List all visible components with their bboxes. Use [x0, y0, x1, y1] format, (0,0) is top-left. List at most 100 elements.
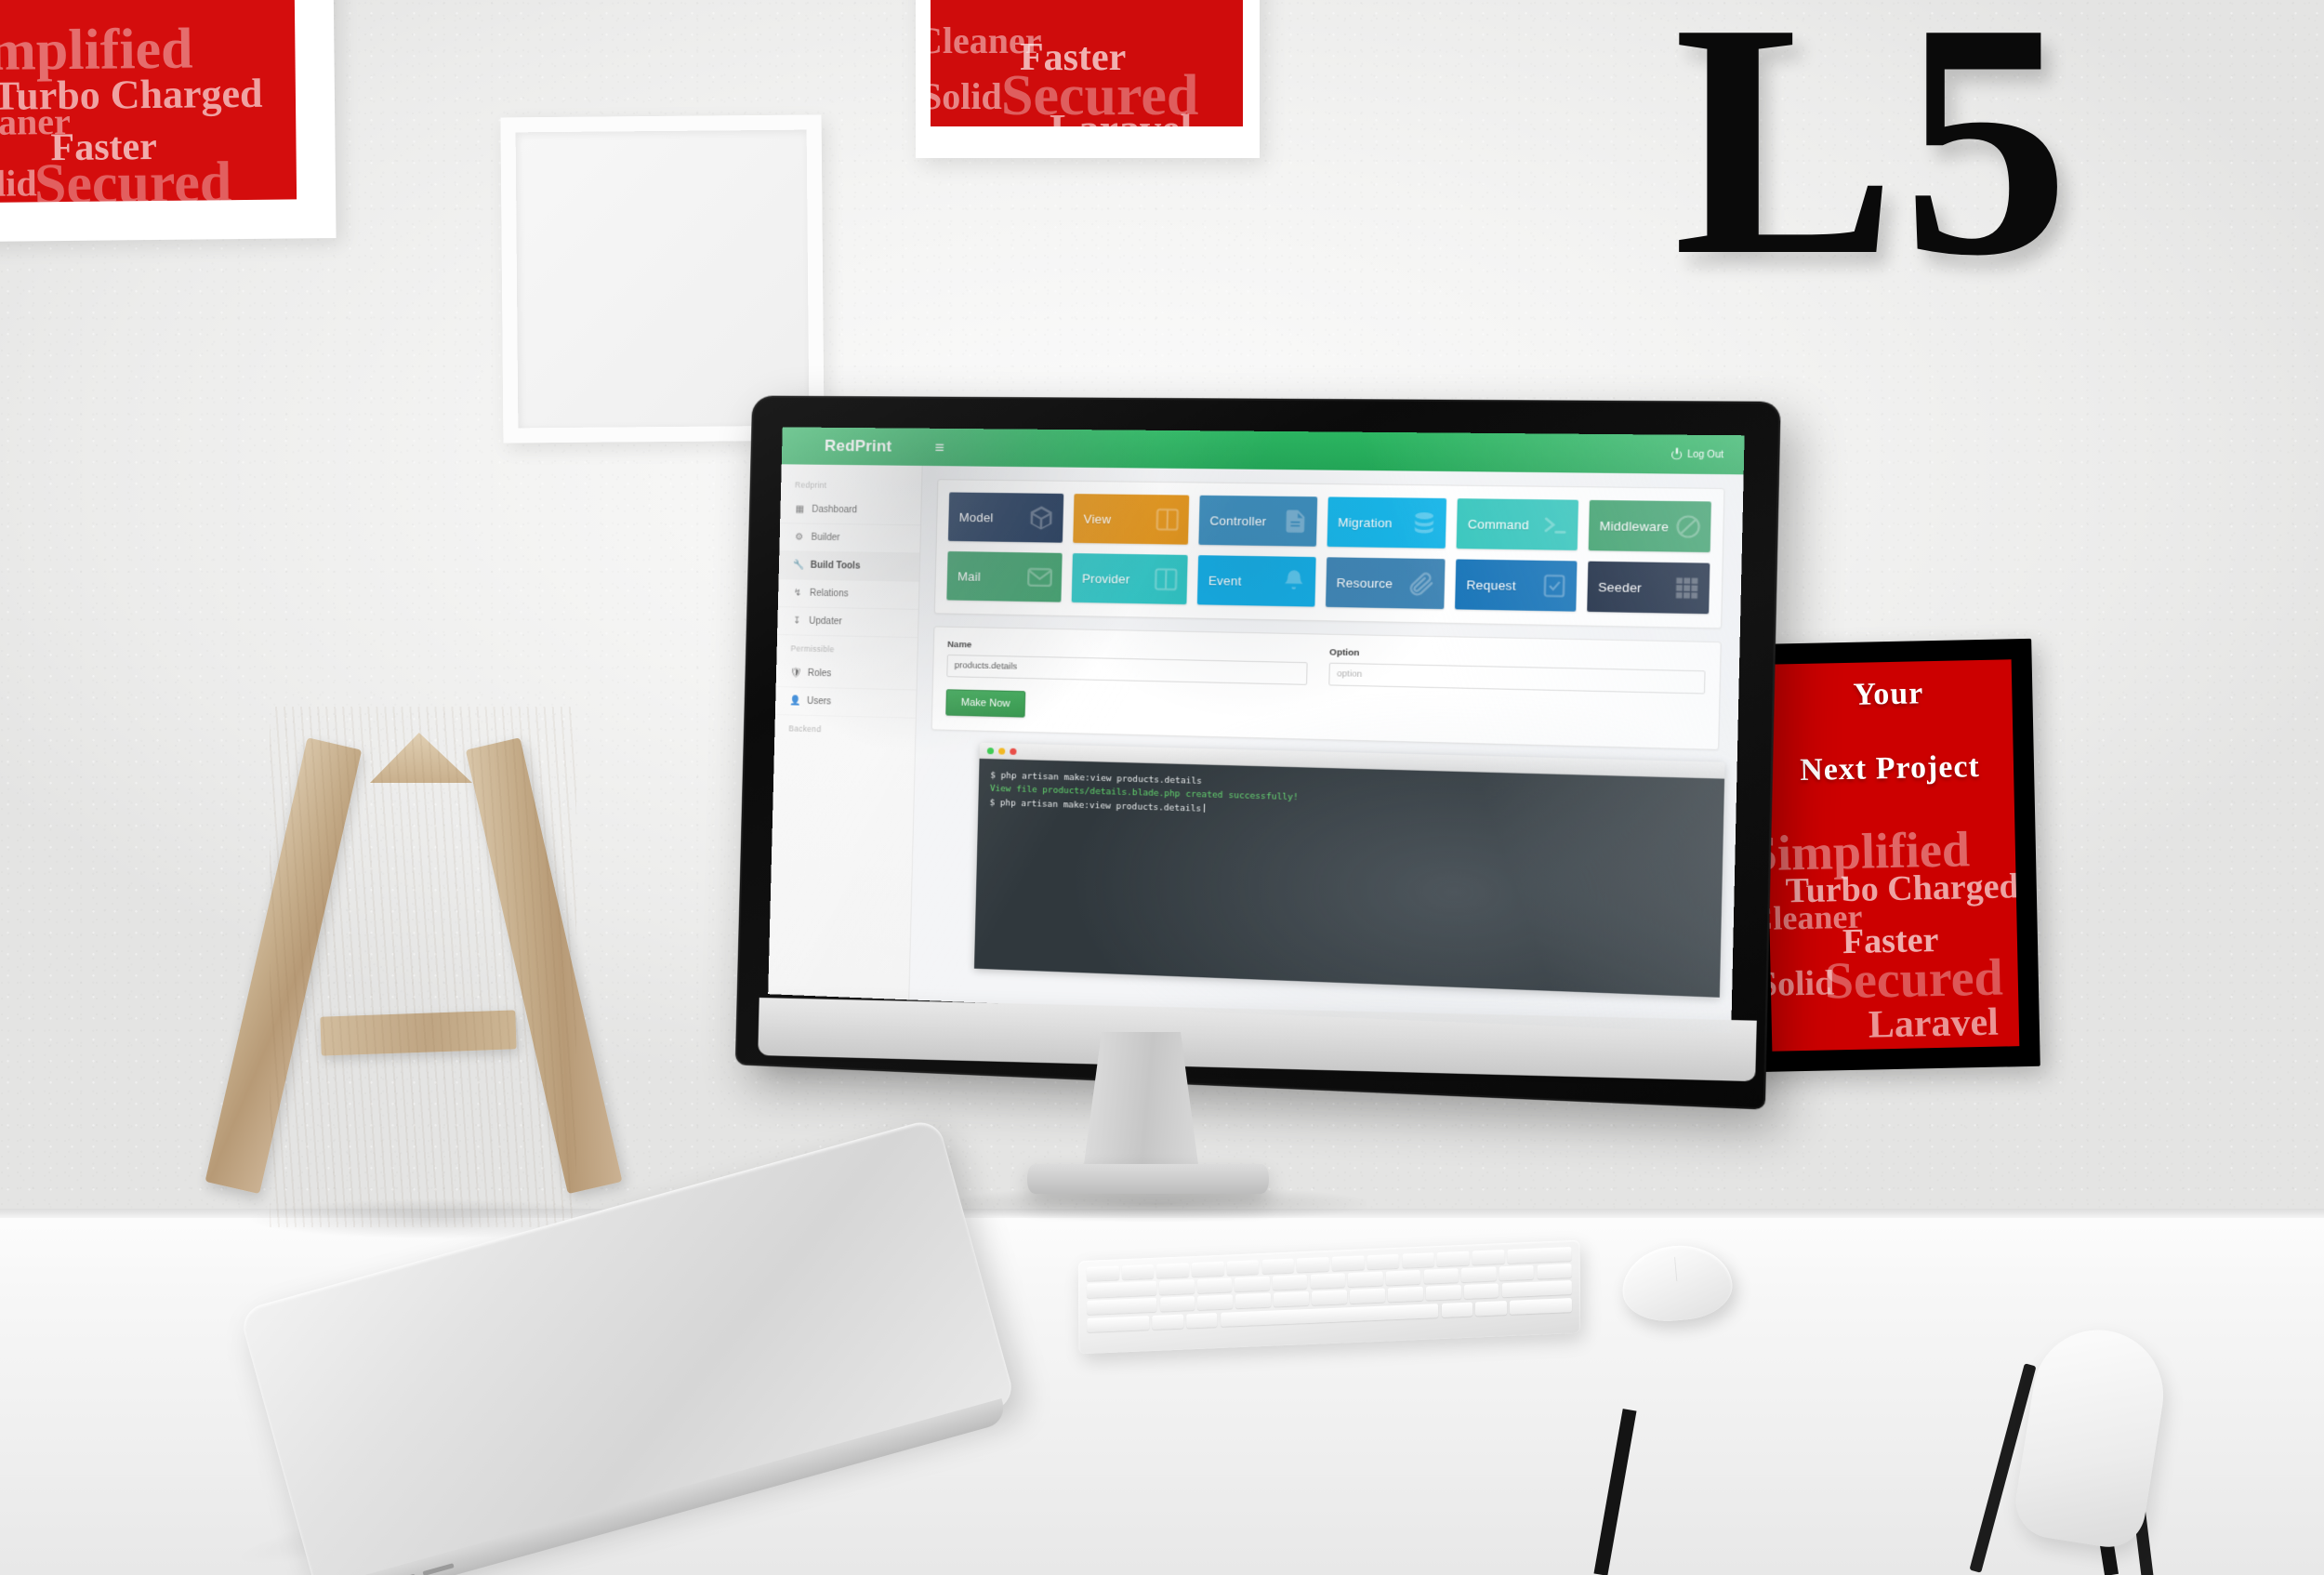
- wrench-icon: 🔧: [792, 560, 805, 571]
- sidebar-item-users[interactable]: 👤 Users: [774, 687, 917, 719]
- paperclip-icon: [1406, 569, 1437, 599]
- make-form-panel: Name products.details Option option Make…: [931, 626, 1722, 750]
- terminal-output[interactable]: $ php artisan make:view products.details…: [973, 758, 1725, 998]
- sidebar-item-label-users: Users: [806, 695, 832, 708]
- letter-a-apex: [370, 733, 472, 783]
- app-brand[interactable]: RedPrint: [825, 437, 892, 457]
- sidebar-item-label-dashboard: Dashboard: [812, 504, 858, 516]
- poster-middle-art: Cleaner Faster Solid Secured Laravel: [931, 0, 1243, 126]
- form-col-name: Name products.details: [946, 640, 1308, 685]
- imac-stand-neck: [1083, 1032, 1199, 1171]
- tile-label-command: Command: [1467, 516, 1530, 532]
- tile-row-2: Mail Provider Event Resource Request See…: [946, 550, 1710, 615]
- grid-icon: ▦: [795, 504, 805, 515]
- terminal-minimize-dot[interactable]: [998, 747, 1006, 755]
- sidebar-section-title-backend: Backend: [788, 723, 822, 735]
- desk-scene-photo: L5 Next Project Simplified Turbo Charged…: [0, 0, 2324, 1575]
- tile-middleware[interactable]: Middleware: [1588, 499, 1711, 553]
- letter-a-crossbar: [320, 1010, 517, 1056]
- tile-view[interactable]: View: [1072, 494, 1190, 545]
- sidebar-item-updater[interactable]: ↧ Updater: [777, 607, 918, 639]
- sidebar-item-relations[interactable]: ↯ Relations: [777, 579, 919, 610]
- terminal-maximize-dot[interactable]: [1010, 748, 1017, 755]
- wooden-letter-a: [205, 707, 623, 1227]
- tile-command[interactable]: Command: [1456, 498, 1578, 550]
- sidebar-section-title-permissible: Permissible: [790, 643, 835, 655]
- logout-button[interactable]: Log Out: [1671, 449, 1723, 460]
- logout-label: Log Out: [1686, 448, 1724, 460]
- columns-icon: [1152, 566, 1180, 593]
- tile-label-migration: Migration: [1338, 514, 1393, 530]
- tile-migration[interactable]: Migration: [1327, 496, 1447, 549]
- check-shield-icon: [1539, 572, 1568, 600]
- tile-label-request: Request: [1466, 576, 1517, 593]
- poster-right: Your Next Project Simplified Turbo Charg…: [1743, 638, 2040, 1073]
- poster-left-word-5: Solid: [0, 162, 37, 204]
- user-icon: 👤: [789, 695, 801, 707]
- sidebar-item-label-updater: Updater: [809, 615, 842, 628]
- terminal-caret: [1204, 803, 1206, 813]
- tile-label-seeder: Seeder: [1598, 579, 1643, 595]
- redprint-app: RedPrint ≡ Log Out Redprint ▦ Dashboard: [768, 427, 1745, 1034]
- tile-request[interactable]: Request: [1455, 559, 1577, 612]
- tile-provider[interactable]: Provider: [1071, 553, 1188, 605]
- chair: [1969, 1320, 2268, 1575]
- tile-label-view: View: [1083, 511, 1112, 526]
- poster-left-art: Next Project Simplified Turbo Charged Cl…: [0, 0, 297, 204]
- imac-screen: RedPrint ≡ Log Out Redprint ▦ Dashboard: [768, 427, 1745, 1034]
- shield-icon: 🛡: [789, 668, 802, 679]
- tile-label-event: Event: [1208, 573, 1242, 589]
- power-icon: [1671, 449, 1683, 459]
- poster-right-heading: Your Next Project: [1764, 674, 2014, 789]
- poster-right-word-6: Laravel: [1868, 1000, 2000, 1047]
- sidebar-item-label-relations: Relations: [809, 588, 849, 600]
- name-input[interactable]: products.details: [946, 654, 1308, 685]
- app-body: Redprint ▦ Dashboard ⚙ Builder 🔧 Build T…: [768, 464, 1743, 1033]
- empty-picture-frame: [500, 114, 825, 443]
- tile-event[interactable]: Event: [1196, 555, 1316, 607]
- tile-label-provider: Provider: [1081, 570, 1130, 587]
- sidebar-item-builder[interactable]: ⚙ Builder: [779, 523, 921, 554]
- make-now-button[interactable]: Make Now: [945, 689, 1026, 718]
- bell-icon: [1279, 568, 1307, 595]
- table-grid-icon: [1672, 575, 1701, 602]
- wall-logo-l5: L5: [1673, 0, 2076, 324]
- terminal-icon: [1538, 510, 1569, 540]
- tile-label-mail: Mail: [957, 568, 982, 584]
- tile-resource[interactable]: Resource: [1325, 557, 1446, 610]
- envelope-icon: [1024, 562, 1053, 591]
- chair-backrest: [2010, 1320, 2173, 1553]
- empty-frame-inner: [515, 129, 810, 429]
- app-content: Model View Controller Migration Command …: [909, 466, 1743, 1033]
- poster-right-heading-line2: Next Project: [1799, 748, 1981, 788]
- poster-left-word-7: Laravel: [83, 191, 226, 203]
- tile-label-controller: Controller: [1209, 512, 1267, 528]
- sidebar-item-label-build-tools: Build Tools: [810, 560, 861, 572]
- tile-label-model: Model: [958, 510, 994, 524]
- option-input[interactable]: option: [1328, 662, 1706, 695]
- poster-right-art: Your Next Project Simplified Turbo Charg…: [1763, 659, 2020, 1052]
- columns-icon: [1154, 506, 1182, 533]
- tile-mail[interactable]: Mail: [946, 550, 1063, 602]
- generator-tiles-panel: Model View Controller Migration Command …: [933, 479, 1725, 629]
- sidebar-item-build-tools[interactable]: 🔧 Build Tools: [778, 551, 920, 582]
- name-field-label: Name: [946, 639, 972, 651]
- form-fields-row: Name products.details Option option: [946, 640, 1706, 695]
- imac-stand-foot: [1027, 1164, 1269, 1194]
- tile-model[interactable]: Model: [947, 492, 1063, 543]
- sidebar-item-roles[interactable]: 🛡 Roles: [775, 659, 918, 691]
- tile-controller[interactable]: Controller: [1198, 495, 1317, 547]
- cube-icon: [1026, 504, 1055, 533]
- tile-seeder[interactable]: Seeder: [1586, 561, 1710, 615]
- poster-mid-word-4: Laravel: [1050, 104, 1192, 126]
- poster-right-heading-line1: Your: [1853, 676, 1924, 712]
- sidebar-item-dashboard[interactable]: ▦ Dashboard: [780, 496, 921, 526]
- terminal-window: $ php artisan make:view products.details…: [973, 742, 1725, 998]
- terminal-close-dot[interactable]: [986, 747, 995, 754]
- poster-left: Next Project Simplified Turbo Charged Cl…: [0, 0, 337, 243]
- ban-icon: [1673, 513, 1702, 541]
- document-icon: [1281, 508, 1309, 535]
- tile-row-1: Model View Controller Migration Command …: [947, 492, 1711, 553]
- poster-mid-word-2: Solid: [931, 75, 1002, 117]
- hamburger-menu-icon[interactable]: ≡: [934, 438, 944, 456]
